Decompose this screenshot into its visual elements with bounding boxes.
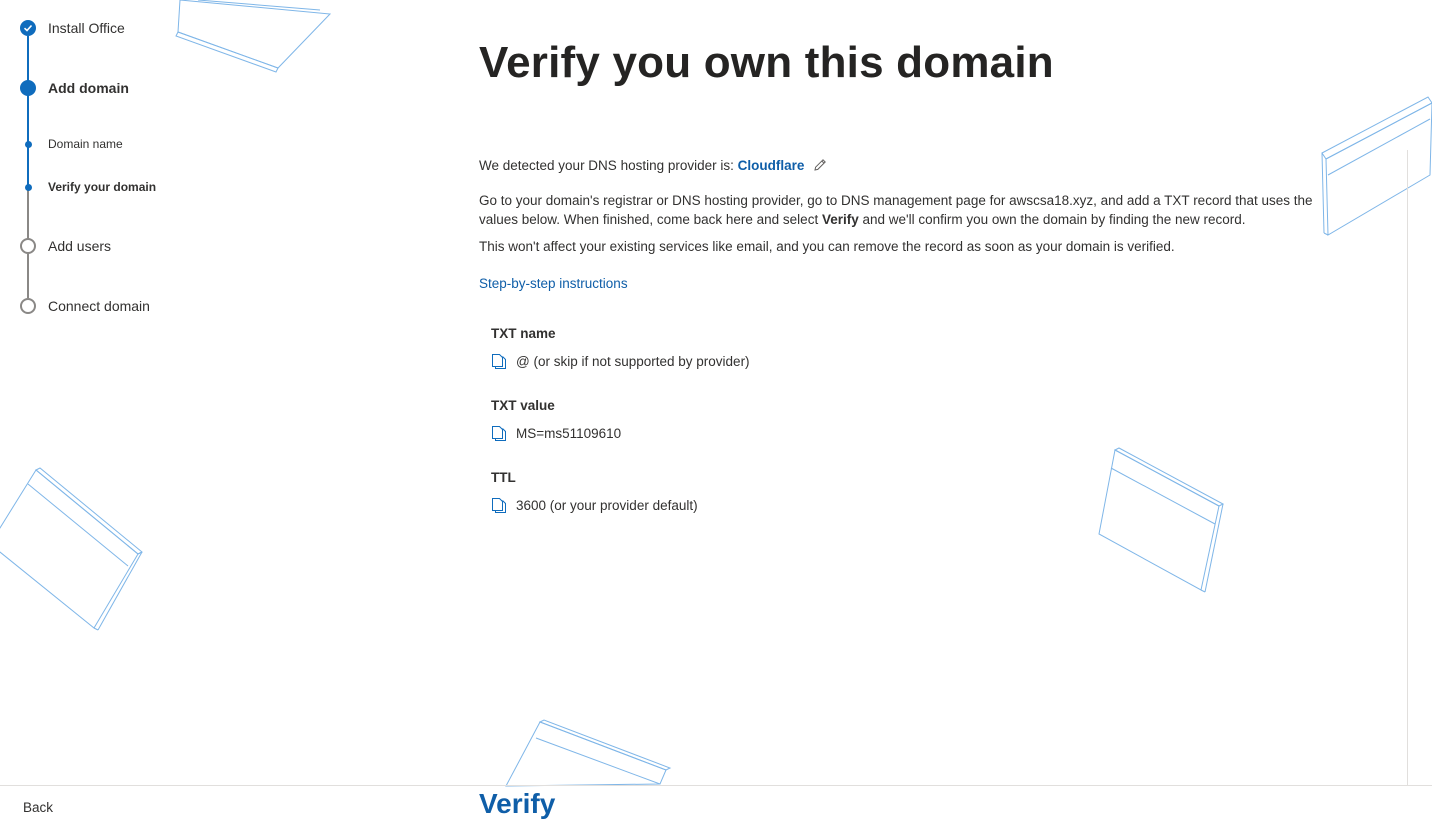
page-title: Verify you own this domain <box>479 38 1054 87</box>
step-add-users[interactable]: Add users <box>20 238 111 254</box>
step-by-step-link[interactable]: Step-by-step instructions <box>479 276 628 291</box>
empty-circle-icon <box>20 298 36 314</box>
verify-button[interactable]: Verify <box>479 788 555 820</box>
record-value-txt-value: MS=ms51109610 <box>516 425 622 441</box>
record-row-txt-name: @ (or skip if not supported by provider) <box>491 352 750 370</box>
decorative-window-left <box>0 466 143 637</box>
dns-provider-prefix: We detected your DNS hosting provider is… <box>479 158 738 173</box>
step-add-domain[interactable]: Add domain <box>20 80 129 96</box>
step-label: Verify your domain <box>48 180 157 194</box>
footer-divider <box>0 785 1432 786</box>
copy-icon[interactable] <box>491 424 507 442</box>
note-text: This won't affect your existing services… <box>479 239 1175 254</box>
empty-circle-icon <box>20 238 36 254</box>
record-row-txt-value: MS=ms51109610 <box>491 424 621 442</box>
record-row-ttl: 3600 (or your provider default) <box>491 496 698 514</box>
current-step-icon <box>20 80 36 96</box>
substep-dot-icon <box>20 179 36 195</box>
dns-provider-line: We detected your DNS hosting provider is… <box>479 156 827 177</box>
instructions-verify-bold: Verify <box>821 212 859 227</box>
step-label: Domain name <box>48 137 123 151</box>
substep-dot-icon <box>20 136 36 152</box>
back-button[interactable]: Back <box>23 800 53 815</box>
step-connect-domain[interactable]: Connect domain <box>20 298 150 314</box>
record-label-ttl: TTL <box>491 470 516 485</box>
check-icon <box>20 20 36 36</box>
step-install-office[interactable]: Install Office <box>20 20 125 36</box>
step-label: Add domain <box>48 80 129 96</box>
step-label: Connect domain <box>48 298 150 314</box>
step-label: Add users <box>48 238 112 254</box>
step-verify-domain[interactable]: Verify your domain <box>20 179 156 195</box>
instructions-part2: and we'll confirm you own the domain by … <box>858 212 1246 227</box>
decorative-window-top-right <box>1318 95 1432 245</box>
record-label-txt-value: TXT value <box>491 398 555 413</box>
record-value-txt-name: @ (or skip if not supported by provider) <box>516 353 750 369</box>
scrollbar-track[interactable] <box>1407 150 1408 785</box>
pencil-icon[interactable] <box>813 158 827 177</box>
step-label: Install Office <box>48 20 125 36</box>
step-domain-name[interactable]: Domain name <box>20 136 123 152</box>
record-label-txt-name: TXT name <box>491 326 556 341</box>
copy-icon[interactable] <box>491 496 507 514</box>
decorative-window-right <box>1095 446 1227 599</box>
decorative-window-bottom <box>500 718 672 791</box>
stepper-line-completed <box>27 36 29 188</box>
setup-stepper: Install Office Add domain Domain name Ve… <box>0 0 300 340</box>
record-value-ttl: 3600 (or your provider default) <box>516 497 698 513</box>
dns-provider-link[interactable]: Cloudflare <box>738 158 805 173</box>
instructions-text: Go to your domain's registrar or DNS hos… <box>479 191 1319 229</box>
copy-icon[interactable] <box>491 352 507 370</box>
